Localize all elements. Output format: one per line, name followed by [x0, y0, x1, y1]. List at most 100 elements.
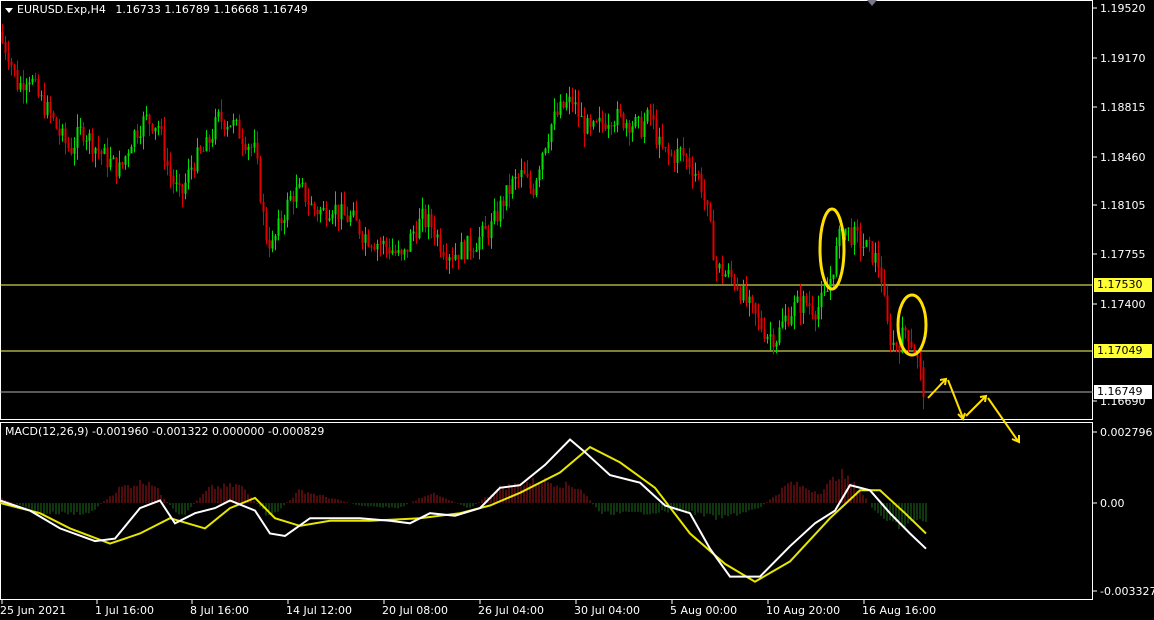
candle [628, 119, 631, 146]
candle [535, 178, 538, 198]
candle [739, 286, 742, 305]
candle [157, 120, 160, 136]
candle [145, 105, 148, 121]
candle [550, 123, 553, 151]
candle [664, 146, 667, 153]
candle [10, 57, 13, 76]
candle [424, 204, 427, 233]
candle [658, 127, 661, 159]
candle [295, 174, 298, 209]
candle [673, 150, 676, 172]
candle [808, 291, 811, 315]
symbol-label: EURUSD.Exp,H4 [17, 3, 106, 16]
candle [493, 198, 496, 225]
macd-pane-frame [0, 422, 1093, 600]
candle [259, 155, 262, 204]
price-axis-label: 1.17400 [1100, 298, 1146, 311]
candle [85, 135, 88, 151]
candle [148, 113, 151, 137]
candle [889, 313, 892, 353]
candle [202, 146, 205, 153]
candle [568, 86, 571, 115]
candle [439, 228, 442, 258]
shift-marker-icon[interactable] [867, 0, 877, 6]
candle [223, 119, 226, 137]
macd-axis-label: 0.002796 [1100, 426, 1153, 439]
candle [31, 74, 34, 85]
candle [682, 137, 685, 162]
candle [688, 147, 691, 175]
candle [88, 129, 91, 154]
candle [787, 307, 790, 327]
candle [883, 268, 886, 297]
candle [880, 256, 883, 293]
candle [829, 266, 832, 301]
candle [43, 82, 46, 119]
candle [592, 119, 595, 130]
candle [814, 310, 817, 332]
candle [433, 216, 436, 246]
candle [619, 104, 622, 118]
candle [499, 195, 502, 227]
candle [505, 185, 508, 211]
candle [715, 256, 718, 282]
symbol-menu-icon[interactable] [5, 8, 13, 13]
candle [34, 72, 37, 83]
candle [397, 240, 400, 256]
candle [862, 233, 865, 256]
time-axis-label: 20 Jul 08:00 [382, 604, 448, 617]
candle [226, 121, 229, 137]
candle [178, 173, 181, 197]
candle [394, 244, 397, 257]
candle [922, 360, 925, 410]
candle [445, 243, 448, 270]
candle [742, 279, 745, 303]
candle [409, 229, 412, 253]
candle [652, 103, 655, 130]
candle [67, 136, 70, 152]
candle [865, 239, 868, 248]
candle [847, 227, 850, 242]
candle [358, 218, 361, 239]
candle [502, 196, 505, 219]
candle [94, 146, 97, 168]
candle [514, 169, 517, 190]
candle [859, 222, 862, 262]
candle [151, 122, 154, 134]
candle [421, 197, 424, 232]
candle [346, 206, 349, 223]
candle [835, 237, 838, 278]
candle [322, 201, 325, 212]
price-tag-level1: 1.17530 [1094, 278, 1152, 292]
candle [517, 172, 520, 189]
candle [127, 149, 130, 168]
candle [262, 193, 265, 226]
candle [136, 123, 139, 144]
chart-canvas[interactable]: 1.19520 1.19170 1.18815 1.18460 1.18105 1.177… [0, 0, 1154, 620]
candle [907, 329, 910, 354]
candle [631, 120, 634, 142]
candle [415, 220, 418, 245]
candle [586, 114, 589, 135]
candle [763, 317, 766, 343]
candle [544, 147, 547, 156]
candle [91, 128, 94, 162]
candle [565, 93, 568, 111]
candle [733, 273, 736, 292]
candle [469, 227, 472, 260]
candle [418, 208, 421, 240]
candle [712, 209, 715, 261]
candle [382, 235, 385, 255]
candle [19, 76, 22, 93]
candle [298, 177, 301, 189]
candle [109, 146, 112, 171]
candle [352, 202, 355, 218]
time-axis-label: 5 Aug 00:00 [670, 604, 737, 617]
candle [661, 123, 664, 150]
candle [520, 158, 523, 188]
candle [724, 270, 727, 278]
candle [709, 202, 712, 223]
candle [61, 123, 64, 142]
candle [802, 290, 805, 324]
candle [697, 170, 700, 181]
